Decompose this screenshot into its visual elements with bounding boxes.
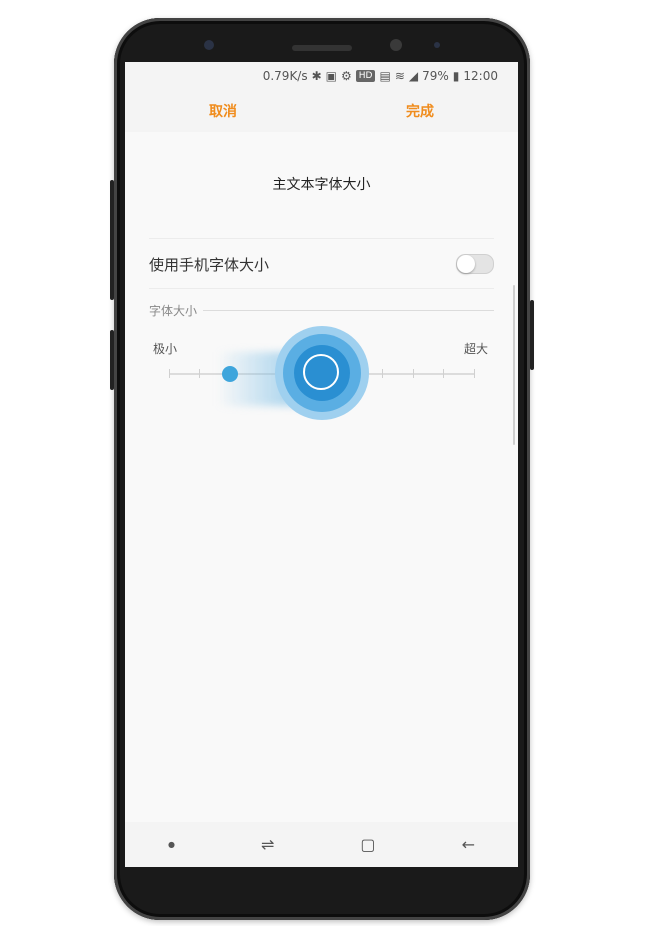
wifi-icon: ≋ — [394, 69, 405, 83]
net-speed: 0.79K/s — [262, 69, 308, 83]
slider-tick — [382, 369, 383, 378]
slider-thumb-core — [294, 345, 350, 401]
hd-icon: HD — [355, 70, 376, 82]
bluetooth-icon: ✱ — [311, 69, 322, 83]
toggle-knob — [457, 255, 475, 273]
done-button[interactable]: 完成 — [406, 101, 434, 121]
power-button — [530, 300, 534, 370]
settings-icon: ⚙ — [341, 69, 352, 83]
sim-icon: ▤ — [379, 69, 391, 83]
slider-tick — [443, 369, 444, 378]
use-phone-font-label: 使用手机字体大小 — [149, 255, 270, 274]
home-icon[interactable]: ▢ — [360, 835, 375, 854]
slider-tick — [474, 369, 475, 378]
page-title: 主文本字体大小 — [272, 177, 371, 193]
action-bar: 取消 完成 — [125, 90, 518, 132]
recents-dot-icon[interactable]: ● — [168, 840, 175, 849]
edge-scrollbar — [513, 285, 515, 445]
slider-thumb[interactable] — [275, 326, 369, 420]
slider-thumb-ring — [303, 354, 339, 390]
max-size-label: 超大 — [464, 342, 489, 356]
back-icon[interactable]: ← — [462, 835, 475, 854]
slider-thumb-ripple — [283, 334, 361, 412]
slider-tick — [413, 369, 414, 378]
slider-tick — [169, 369, 170, 378]
app-screen: 0.79K/s ✱ ▣ ⚙ HD ▤ ≋ ◢ 79% ▮ 12:00 取消 完成… — [125, 62, 518, 867]
iris-sensor-icon — [390, 39, 402, 51]
battery-icon: ▮ — [452, 69, 460, 83]
navigation-bar: ● ⇌ ▢ ← — [125, 822, 518, 867]
recent-apps-icon[interactable]: ⇌ — [261, 835, 274, 854]
divider — [149, 238, 494, 239]
signal-icon: ◢ — [408, 69, 419, 83]
nfc-icon: ▣ — [325, 69, 338, 83]
earpiece-speaker — [292, 45, 352, 51]
proximity-sensor-icon — [434, 42, 440, 48]
cancel-button[interactable]: 取消 — [209, 101, 237, 121]
font-size-section-label: 字体大小 — [149, 302, 204, 319]
slider-tick — [199, 369, 200, 378]
volume-button — [110, 180, 114, 300]
clock: 12:00 — [463, 69, 498, 83]
front-camera-icon — [204, 40, 214, 50]
battery-percent: 79% — [422, 69, 449, 83]
slider-previous-position-dot — [222, 366, 238, 382]
status-bar: 0.79K/s ✱ ▣ ⚙ HD ▤ ≋ ◢ 79% ▮ 12:00 — [125, 62, 518, 90]
bixby-button — [110, 330, 114, 390]
use-phone-font-toggle[interactable] — [456, 254, 494, 274]
min-size-label: 极小 — [153, 342, 178, 356]
use-phone-font-row[interactable]: 使用手机字体大小 — [149, 240, 494, 288]
divider — [149, 288, 494, 289]
